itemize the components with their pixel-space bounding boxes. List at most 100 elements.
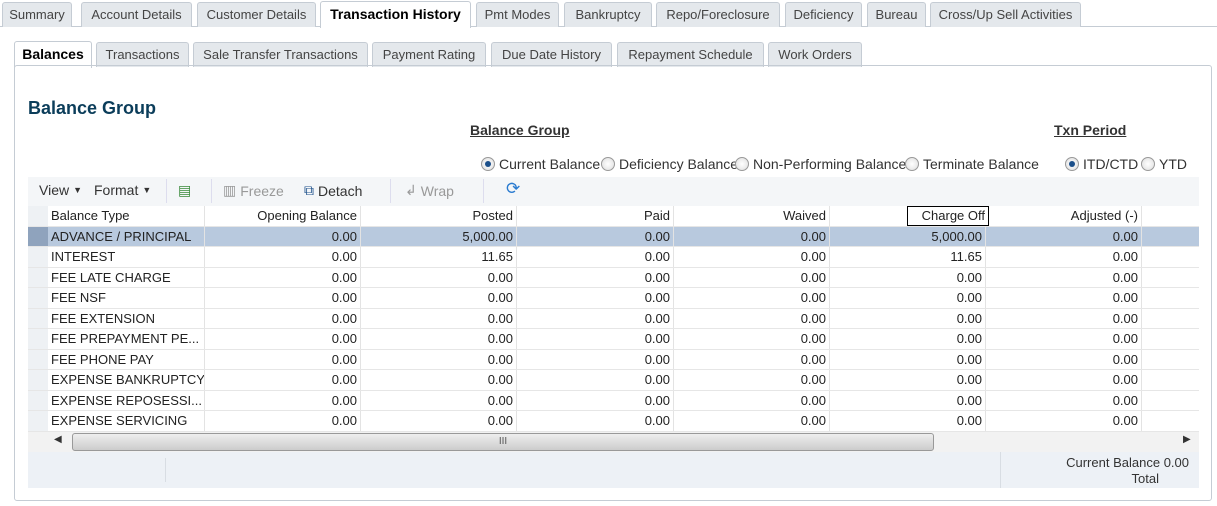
table-cell: 0.00	[205, 329, 361, 349]
filter-icon: ▤	[178, 182, 192, 198]
column-header[interactable]: Waived	[674, 206, 830, 226]
table-cell: 0.00	[361, 390, 517, 410]
table-cell: 0.00	[205, 370, 361, 390]
row-header[interactable]	[28, 329, 48, 349]
table-row[interactable]: FEE LATE CHARGE 0.00 0.00 0.00 0.00 0.00 0.00	[28, 267, 1199, 288]
radio-deficiency-balance[interactable]: Deficiency Balance	[601, 156, 738, 172]
table-row[interactable]: FEE PREPAYMENT PE... 0.00 0.00 0.00 0.00 0.00…	[28, 329, 1199, 350]
row-header[interactable]	[28, 288, 48, 308]
subtab-balances[interactable]: Balances	[14, 41, 92, 68]
row-header[interactable]	[28, 370, 48, 390]
row-header[interactable]	[28, 247, 48, 267]
subtab-payment-rating[interactable]: Payment Rating	[372, 42, 486, 67]
tab-bureau[interactable]: Bureau	[867, 2, 926, 27]
footer-value: 0.00	[1163, 455, 1189, 470]
tab-deficiency[interactable]: Deficiency	[785, 2, 862, 27]
column-header[interactable]: Paid	[517, 206, 674, 226]
detach-label: Detach	[318, 182, 363, 199]
radio-ytd[interactable]: YTD	[1141, 156, 1187, 172]
scroll-right-icon[interactable]: ▶	[1183, 434, 1191, 445]
table-cell: EXPENSE SERVICING	[48, 411, 205, 431]
table-cell: 0.00	[361, 370, 517, 390]
table-cell: 0.00	[517, 349, 674, 369]
radio-itd-ctd[interactable]: ITD/CTD	[1065, 156, 1138, 172]
radio-terminate-balance[interactable]: Terminate Balance	[905, 156, 1039, 172]
table-cell: 0.00	[830, 329, 986, 349]
refresh-button[interactable]: ⟳	[506, 179, 520, 199]
query-filter-button[interactable]: ▤	[178, 182, 191, 199]
radio-label: Terminate Balance	[923, 156, 1039, 172]
table-cell: 0.00	[205, 226, 361, 246]
table-row[interactable]: EXPENSE BANKRUPTCY 0.00 0.00 0.00 0.00 0.00 0.…	[28, 370, 1199, 391]
table-row[interactable]: FEE PHONE PAY 0.00 0.00 0.00 0.00 0.00 0.00	[28, 349, 1199, 370]
table-row[interactable]: ADVANCE / PRINCIPAL 0.00 5,000.00 0.00 0.00 5…	[28, 226, 1199, 247]
table-row[interactable]: INTEREST 0.00 11.65 0.00 0.00 11.65 0.00	[28, 247, 1199, 268]
table-row[interactable]: EXPENSE REPOSESSI... 0.00 0.00 0.00 0.00 0.00…	[28, 390, 1199, 411]
divider	[166, 179, 167, 203]
row-header[interactable]	[28, 206, 48, 226]
column-header[interactable]: Balance Type	[48, 206, 205, 226]
row-header[interactable]	[28, 349, 48, 369]
table-cell: 0.00	[986, 226, 1142, 246]
row-header[interactable]	[28, 226, 48, 246]
format-menu[interactable]: Format ▼	[94, 182, 151, 198]
column-header[interactable]: Posted	[361, 206, 517, 226]
tab-pmt-modes[interactable]: Pmt Modes	[476, 2, 559, 27]
table-cell: EXPENSE REPOSESSI...	[48, 390, 205, 410]
row-header[interactable]	[28, 308, 48, 328]
table-cell: 0.00	[205, 308, 361, 328]
view-menu[interactable]: View ▼	[39, 182, 82, 198]
subtab-due-date-history[interactable]: Due Date History	[491, 42, 612, 67]
table-row[interactable]: FEE EXTENSION 0.00 0.00 0.00 0.00 0.00 0.00	[28, 308, 1199, 329]
subtab-work-orders[interactable]: Work Orders	[768, 42, 862, 67]
table-cell: 0.00	[674, 267, 830, 287]
divider	[483, 179, 484, 203]
tab-customer-details[interactable]: Customer Details	[197, 2, 316, 27]
table-cell: 11.65	[830, 247, 986, 267]
wrap-button[interactable]: ↲ Wrap	[405, 182, 454, 199]
divider	[211, 179, 212, 203]
row-header[interactable]	[28, 411, 48, 431]
radio-current-balance[interactable]: Current Balance	[481, 156, 600, 172]
table-cell: FEE PHONE PAY	[48, 349, 205, 369]
scroll-thumb[interactable]: III	[72, 433, 934, 451]
row-header[interactable]	[28, 267, 48, 287]
horizontal-scrollbar[interactable]: ◀ III ▶	[28, 432, 1199, 452]
tab-transaction-history[interactable]: Transaction History	[320, 1, 471, 28]
table-cell: 11.65	[361, 247, 517, 267]
tab-summary[interactable]: Summary	[2, 2, 72, 27]
column-header[interactable]: Charge Off	[907, 206, 989, 226]
wrap-label: Wrap	[420, 182, 454, 199]
row-header[interactable]	[28, 390, 48, 410]
detach-button[interactable]: ⧉ Detach	[304, 182, 362, 199]
balance-group-label: Balance Group	[470, 122, 570, 138]
radio-icon	[1141, 157, 1155, 171]
radio-label: Non-Performing Balance	[753, 156, 907, 172]
table-cell: 0.00	[517, 267, 674, 287]
table-cell: 0.00	[361, 308, 517, 328]
tab-cross-up-sell-activities[interactable]: Cross/Up Sell Activities	[930, 2, 1081, 27]
column-header[interactable]: Adjusted (-)	[986, 206, 1142, 226]
subtab-sale-transfer-transactions[interactable]: Sale Transfer Transactions	[193, 42, 368, 67]
table-cell: EXPENSE BANKRUPTCY	[48, 370, 205, 390]
scroll-left-icon[interactable]: ◀	[54, 434, 62, 445]
subtab-transactions[interactable]: Transactions	[96, 42, 189, 67]
tab-bankruptcy[interactable]: Bankruptcy	[564, 2, 652, 27]
column-header[interactable]: Opening Balance	[205, 206, 361, 226]
table-header-row: Balance Type Opening Balance Posted Paid Wai…	[28, 206, 1199, 227]
freeze-button[interactable]: ▥ Freeze	[223, 182, 284, 199]
table-cell: 0.00	[830, 267, 986, 287]
table-row[interactable]: EXPENSE SERVICING 0.00 0.00 0.00 0.00 0.00 0.0…	[28, 411, 1199, 432]
subtab-repayment-schedule[interactable]: Repayment Schedule	[617, 42, 764, 67]
table-cell: FEE PREPAYMENT PE...	[48, 329, 205, 349]
wrap-icon: ↲	[405, 182, 417, 198]
footer-label: Current Balance	[1066, 455, 1161, 470]
table-cell: 0.00	[986, 349, 1142, 369]
table-row[interactable]: FEE NSF 0.00 0.00 0.00 0.00 0.00 0.00	[28, 288, 1199, 309]
refresh-icon: ⟳	[506, 179, 521, 198]
radio-non-performing-balance[interactable]: Non-Performing Balance	[735, 156, 906, 172]
caret-down-icon: ▼	[73, 185, 83, 195]
tab-account-details[interactable]: Account Details	[81, 2, 192, 27]
table-cell: 0.00	[986, 329, 1142, 349]
tab-repo-foreclosure[interactable]: Repo/Foreclosure	[656, 2, 780, 27]
